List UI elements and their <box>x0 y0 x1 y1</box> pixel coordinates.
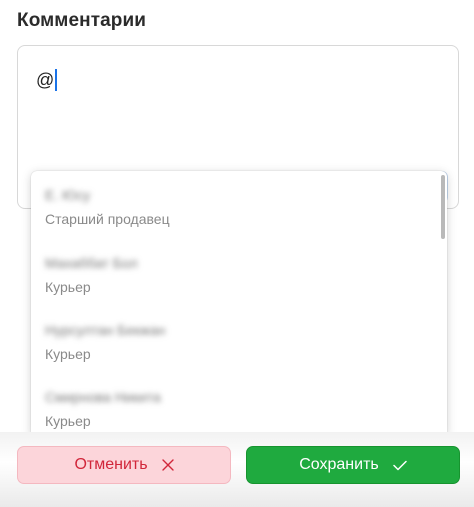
mention-option[interactable]: Нурсултан Бекжан Курьер <box>31 306 439 373</box>
dropdown-scrollbar-thumb[interactable] <box>441 175 445 239</box>
mention-role: Старший продавец <box>45 211 170 227</box>
mention-name: Смирнова Никита <box>45 389 161 405</box>
mention-name: Махаббат Бол <box>45 255 138 271</box>
mention-dropdown[interactable]: Е. Юсу Старший продавец Махаббат Бол Кур… <box>31 171 447 435</box>
mention-option[interactable]: Е. Юсу Старший продавец <box>31 171 439 238</box>
save-button[interactable]: Сохранить <box>246 446 460 484</box>
mention-role: Курьер <box>45 279 91 295</box>
text-caret <box>55 69 58 91</box>
mention-option[interactable]: Смирнова Никита Курьер <box>31 373 439 435</box>
close-icon <box>161 459 174 471</box>
save-button-label: Сохранить <box>299 456 379 473</box>
checkmark-icon <box>393 460 407 471</box>
comments-panel: Комментарии @ Е. Юсу Старший продавец Ма… <box>0 0 474 507</box>
mention-name: Е. Юсу <box>45 187 91 203</box>
comment-value: @ <box>36 69 55 90</box>
mention-name: Нурсултан Бекжан <box>45 322 166 338</box>
mention-role: Курьер <box>45 413 91 429</box>
section-title: Комментарии <box>17 10 147 31</box>
mention-role: Курьер <box>45 346 91 362</box>
cancel-button[interactable]: Отменить <box>17 446 231 484</box>
mention-option[interactable]: Махаббат Бол Курьер <box>31 239 439 306</box>
comment-text-content: @ <box>36 69 58 91</box>
cancel-button-label: Отменить <box>74 456 148 473</box>
